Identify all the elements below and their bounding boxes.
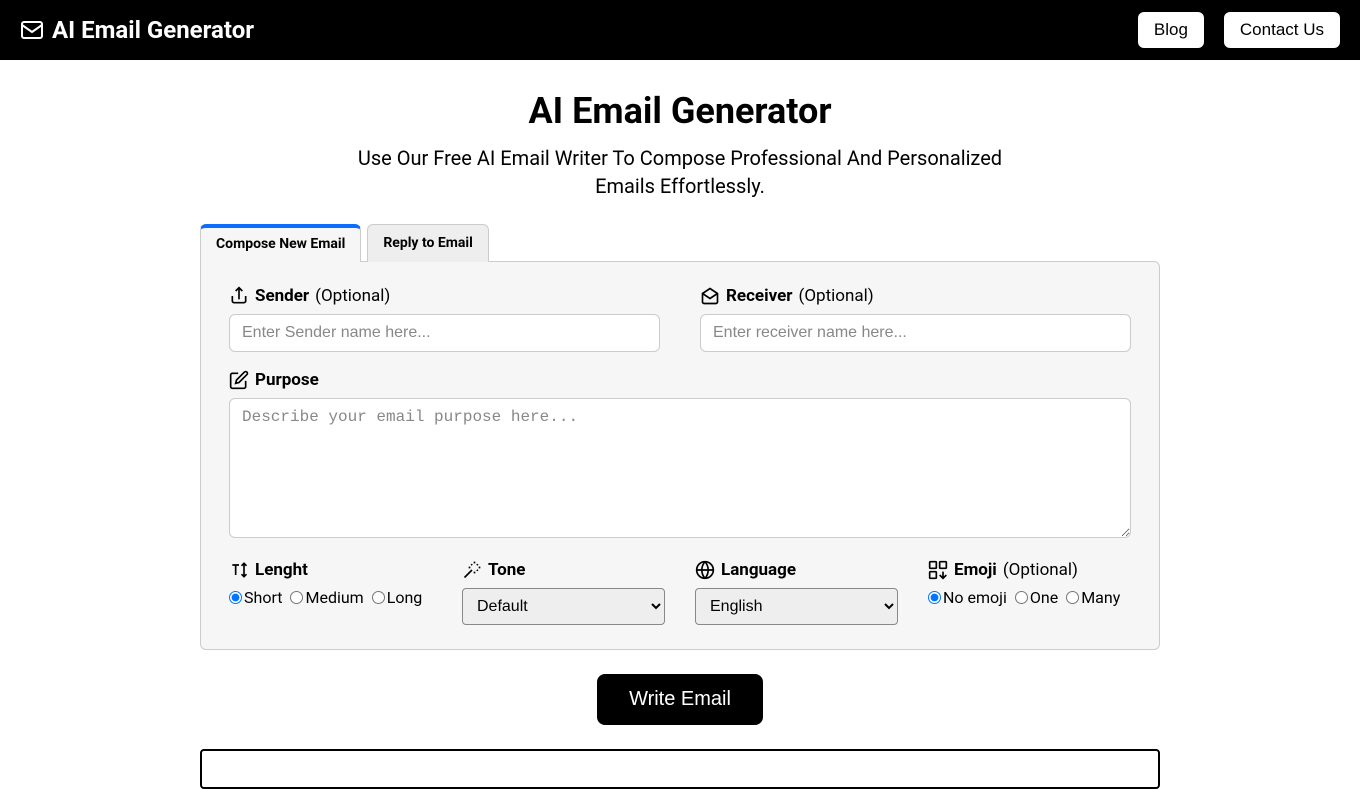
brand-title: AI Email Generator <box>52 16 254 44</box>
emoji-one-label[interactable]: One <box>1015 588 1058 607</box>
emoji-icon <box>928 560 948 580</box>
length-long-label[interactable]: Long <box>372 588 423 607</box>
emoji-many-label[interactable]: Many <box>1066 588 1120 607</box>
tab-compose[interactable]: Compose New Email <box>200 224 361 262</box>
language-select[interactable]: English <box>695 588 898 625</box>
text-height-icon <box>229 560 249 580</box>
length-label-text: Lenght <box>255 560 308 580</box>
tone-label-text: Tone <box>488 560 525 580</box>
receiver-label-text: Receiver <box>726 286 793 306</box>
app-header: AI Email Generator Blog Contact Us <box>0 0 1360 60</box>
receiver-optional: (Optional) <box>799 286 874 306</box>
emoji-none-label[interactable]: No emoji <box>928 588 1007 607</box>
wand-icon <box>462 560 482 580</box>
purpose-textarea[interactable] <box>229 398 1131 538</box>
envelope-icon <box>20 18 44 42</box>
edit-icon <box>229 370 249 390</box>
share-icon <box>229 286 249 306</box>
emoji-one-radio[interactable] <box>1015 591 1028 604</box>
language-label-text: Language <box>721 560 796 580</box>
length-short-radio[interactable] <box>229 591 242 604</box>
brand: AI Email Generator <box>20 16 254 44</box>
blog-button[interactable]: Blog <box>1138 12 1204 48</box>
length-radio-group: Short Medium Long <box>229 588 432 607</box>
emoji-label-text: Emoji <box>954 560 997 580</box>
receiver-input[interactable] <box>700 314 1131 352</box>
receiver-label: Receiver (Optional) <box>700 286 1131 306</box>
output-box <box>200 749 1160 789</box>
length-label: Lenght <box>229 560 432 580</box>
length-long-radio[interactable] <box>372 591 385 604</box>
length-medium-label[interactable]: Medium <box>290 588 363 607</box>
emoji-optional: (Optional) <box>1003 560 1078 580</box>
purpose-label: Purpose <box>229 370 1131 390</box>
tabs: Compose New Email Reply to Email <box>200 224 1160 262</box>
purpose-label-text: Purpose <box>255 370 319 390</box>
emoji-radio-group: No emoji One Many <box>928 588 1131 607</box>
length-short-label[interactable]: Short <box>229 588 282 607</box>
page-title: AI Email Generator <box>200 90 1160 132</box>
contact-us-button[interactable]: Contact Us <box>1224 12 1340 48</box>
emoji-label: Emoji (Optional) <box>928 560 1131 580</box>
page-subtitle: Use Our Free AI Email Writer To Compose … <box>330 144 1030 200</box>
language-label: Language <box>695 560 898 580</box>
emoji-none-radio[interactable] <box>928 591 941 604</box>
write-email-button[interactable]: Write Email <box>597 674 763 725</box>
sender-label-text: Sender <box>255 286 309 306</box>
tab-reply[interactable]: Reply to Email <box>367 224 488 262</box>
header-nav: Blog Contact Us <box>1138 12 1340 48</box>
sender-label: Sender (Optional) <box>229 286 660 306</box>
globe-icon <box>695 560 715 580</box>
envelope-open-icon <box>700 286 720 306</box>
tone-select[interactable]: Default <box>462 588 665 625</box>
tone-label: Tone <box>462 560 665 580</box>
sender-optional: (Optional) <box>315 286 390 306</box>
main-content: AI Email Generator Use Our Free AI Email… <box>180 60 1180 789</box>
sender-input[interactable] <box>229 314 660 352</box>
emoji-many-radio[interactable] <box>1066 591 1079 604</box>
form-panel: Sender (Optional) Receiver (Optional) <box>200 261 1160 650</box>
length-medium-radio[interactable] <box>290 591 303 604</box>
